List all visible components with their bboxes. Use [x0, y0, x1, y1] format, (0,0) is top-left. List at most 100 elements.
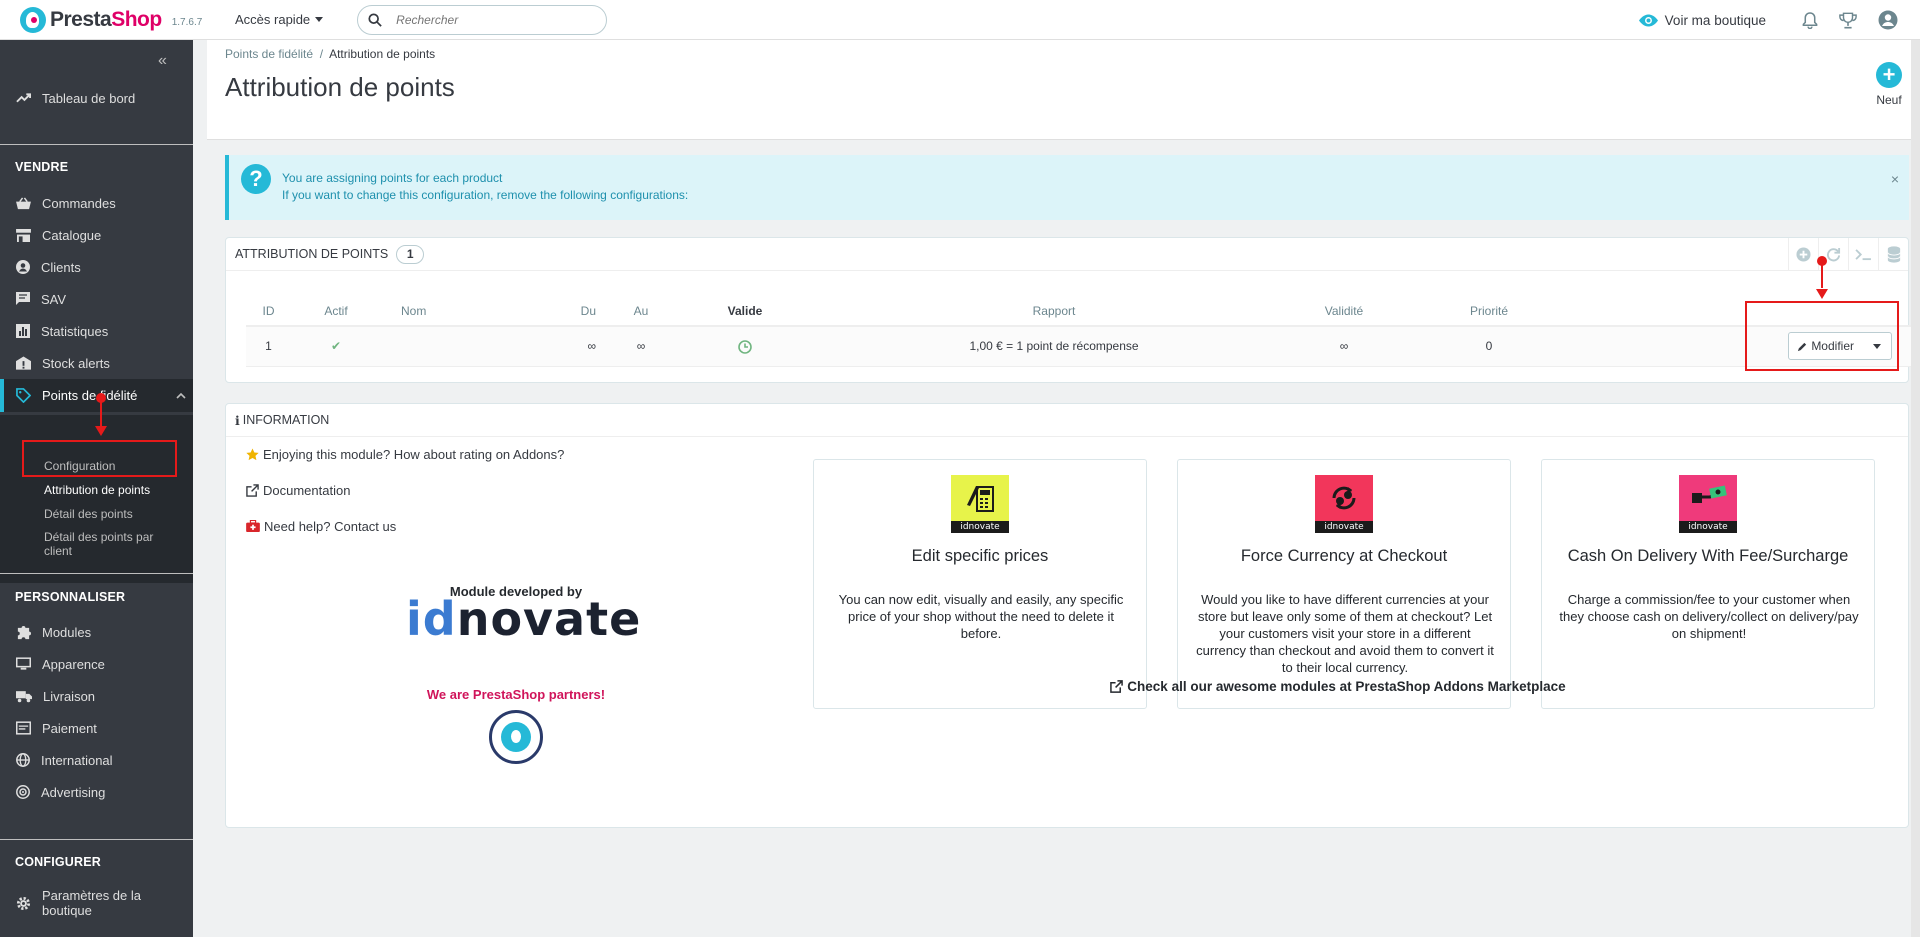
sidebar-item-label: Commandes	[42, 195, 116, 211]
panel-title: Attribution de points	[235, 247, 389, 261]
breadcrumb-current: Attribution de points	[329, 47, 436, 61]
sidebar-item-customer-service[interactable]: SAV	[0, 285, 193, 313]
sidebar-item-statistics[interactable]: Statistiques	[0, 317, 193, 345]
idnovate-logo[interactable]: idnovate	[406, 596, 641, 642]
quick-access-dropdown[interactable]: Accès rapide	[235, 12, 324, 27]
module-card[interactable]: idnovate Edit specific prices You can no…	[813, 459, 1147, 709]
sidebar-item-orders[interactable]: Commandes	[0, 189, 193, 217]
cell-active[interactable]: ✔	[291, 326, 381, 367]
alert-close-button[interactable]: ×	[1891, 171, 1899, 187]
card-description: Would you like to have different currenc…	[1196, 592, 1494, 675]
cell-to: ∞	[601, 326, 681, 367]
sidebar-item-shipping[interactable]: Livraison	[0, 682, 193, 710]
sidebar-item-shop-parameters[interactable]: Paramètres de la boutique	[0, 886, 193, 920]
bell-icon[interactable]	[1802, 11, 1818, 29]
addons-marketplace-link[interactable]: Check all our awesome modules at PrestaS…	[783, 679, 1893, 694]
column-header-priority[interactable]: Priorité	[1389, 296, 1589, 327]
search-input[interactable]	[396, 12, 577, 27]
column-header-active[interactable]: Actif	[291, 296, 381, 327]
sidebar-item-appearance[interactable]: Apparence	[0, 650, 193, 678]
annotation-highlight-box	[22, 440, 177, 477]
column-header-ratio[interactable]: Rapport	[809, 296, 1299, 327]
globe-icon	[16, 753, 30, 767]
cell-priority: 0	[1389, 326, 1589, 367]
card-brand: idnovate	[951, 521, 1009, 533]
card-title: Edit specific prices	[911, 547, 1049, 565]
logo-text-presta: Presta	[50, 7, 112, 31]
chevron-up-icon	[176, 392, 186, 399]
cell-name	[381, 326, 451, 367]
documentation-label: Documentation	[263, 482, 351, 498]
sidebar-divider	[0, 573, 193, 574]
sidebar-item-payment[interactable]: Paiement	[0, 714, 193, 742]
prestashop-logo[interactable]: PrestaShop 1.7.6.7	[20, 6, 213, 33]
card-brand: idnovate	[1679, 521, 1737, 533]
annotation-highlight-box	[1745, 301, 1899, 371]
annotation-arrow-line	[1821, 262, 1823, 288]
terminal-icon[interactable]	[1848, 238, 1878, 271]
trophy-icon[interactable]	[1839, 12, 1857, 29]
contact-us-link[interactable]: Need help? Contact us	[246, 518, 564, 534]
sidebar-item-dashboard[interactable]: Tableau de bord	[0, 84, 193, 112]
column-header-to[interactable]: Au	[601, 296, 681, 327]
page-header: Points de fidélité / Attribution de poin…	[207, 40, 1920, 140]
points-attribution-panel: Attribution de points 1 ID Actif Nom Du …	[225, 237, 1916, 383]
information-panel: i INFORMATION Enjoying this module? How …	[225, 403, 1909, 828]
annotation-arrow-line	[100, 398, 102, 427]
column-header-id[interactable]: ID	[246, 296, 291, 327]
column-header-validity[interactable]: Validité	[1299, 296, 1389, 327]
breadcrumb: Points de fidélité / Attribution de poin…	[225, 47, 435, 61]
column-header-from[interactable]: Du	[451, 296, 601, 327]
view-shop-link[interactable]: Voir ma boutique	[1638, 13, 1766, 28]
breadcrumb-parent[interactable]: Points de fidélité	[225, 47, 313, 61]
sidebar-item-international[interactable]: International	[0, 746, 193, 774]
sidebar-item-catalog[interactable]: Catalogue	[0, 221, 193, 249]
table-header-row: ID Actif Nom Du Au Valide Rapport Validi…	[246, 296, 1916, 327]
section-configure-heading: CONFIGURER	[15, 855, 102, 869]
sidebar: « Tableau de bord VENDRE Commandes Catal…	[0, 40, 193, 937]
search-box[interactable]	[357, 4, 608, 35]
column-header-name[interactable]: Nom	[381, 296, 451, 327]
alert-line-2: If you want to change this configuration…	[282, 188, 689, 202]
card-description: Charge a commission/fee to your customer…	[1559, 592, 1859, 641]
sidebar-item-stock-alerts[interactable]: Stock alerts	[0, 349, 193, 377]
partners-label: We are PrestaShop partners!	[426, 687, 606, 702]
sidebar-item-modules[interactable]: Modules	[0, 618, 193, 646]
section-customize-heading: PERSONNALISER	[15, 590, 126, 604]
page-scrollbar[interactable]	[1911, 40, 1920, 937]
points-table: ID Actif Nom Du Au Valide Rapport Validi…	[246, 296, 1916, 367]
force-currency-module-icon: idnovate	[1315, 475, 1373, 533]
module-card[interactable]: idnovate Force Currency at Checkout Woul…	[1177, 459, 1511, 709]
add-new-label: Neuf	[1876, 93, 1902, 107]
sidebar-item-label: Stock alerts	[42, 355, 110, 371]
add-new-button[interactable]: + Neuf	[1876, 62, 1902, 107]
sidebar-item-label: Advertising	[41, 784, 106, 800]
database-icon[interactable]	[1878, 238, 1908, 271]
user-account-icon[interactable]	[1878, 10, 1898, 30]
valid-clock-icon	[738, 339, 752, 354]
column-header-valid[interactable]: Valide	[681, 296, 809, 327]
rate-module-link[interactable]: Enjoying this module? How about rating o…	[246, 446, 564, 462]
star-icon	[246, 447, 259, 460]
cell-ratio: 1,00 € = 1 point de récompense	[809, 326, 1299, 367]
collapse-sidebar-button[interactable]: «	[158, 52, 167, 70]
search-icon	[368, 12, 382, 27]
documentation-link[interactable]: Documentation	[246, 482, 564, 498]
radar-icon	[16, 785, 30, 799]
submenu-item-points-attribution[interactable]: Attribution de points	[44, 483, 179, 497]
check-icon: ✔	[330, 339, 342, 354]
table-row[interactable]: 1 ✔ ∞ ∞ 1,00 € = 1 point de récompense ∞…	[246, 326, 1916, 367]
add-circle-icon[interactable]	[1788, 238, 1818, 271]
edit-prices-module-icon: idnovate	[951, 475, 1009, 533]
sidebar-item-label: Clients	[41, 259, 81, 275]
module-card[interactable]: idnovate Cash On Delivery With Fee/Surch…	[1541, 459, 1875, 709]
panel-toolbar	[1788, 238, 1908, 271]
info-links: Enjoying this module? How about rating o…	[246, 446, 564, 554]
sidebar-item-customers[interactable]: Clients	[0, 253, 193, 281]
submenu-item-points-per-customer[interactable]: Détail des points par client	[44, 530, 179, 558]
cell-id: 1	[246, 326, 291, 367]
card-title: Force Currency at Checkout	[1240, 547, 1448, 565]
panel-heading: Attribution de points 1	[226, 238, 1908, 271]
submenu-item-points-detail[interactable]: Détail des points	[44, 507, 179, 521]
sidebar-item-advertising[interactable]: Advertising	[0, 778, 193, 806]
